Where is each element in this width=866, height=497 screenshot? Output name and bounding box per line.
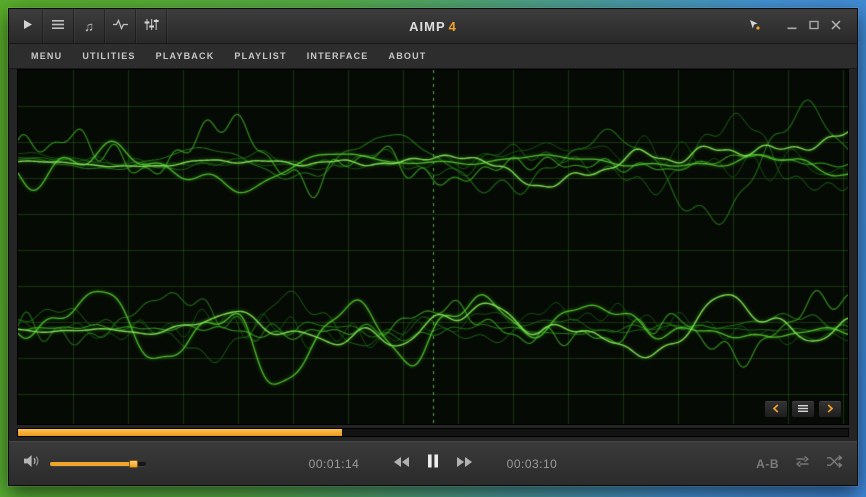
maximize-icon — [809, 17, 819, 35]
play-button-titlebar[interactable] — [12, 9, 43, 43]
visualization-area[interactable] — [17, 69, 849, 425]
rewind-button[interactable] — [393, 455, 410, 473]
chevron-right-icon — [826, 400, 834, 418]
play-icon — [22, 17, 33, 35]
menu-item-interface[interactable]: INTERFACE — [297, 44, 379, 68]
fast-forward-icon — [456, 455, 473, 473]
close-button[interactable] — [825, 15, 847, 37]
waveform-icon — [113, 17, 128, 35]
menubar: MENU UTILITIES PLAYBACK PLAYLIST INTERFA… — [9, 44, 857, 69]
visualization-nav — [764, 400, 842, 418]
app-name: AIMP — [409, 19, 446, 34]
visualization-toggle-button[interactable] — [105, 9, 136, 43]
playback-mode-controls: A-B — [756, 454, 843, 474]
speaker-icon — [23, 454, 41, 473]
volume-thumb[interactable] — [129, 460, 138, 468]
app-version: 4 — [449, 19, 457, 34]
quick-access-icon — [749, 17, 760, 35]
aimp-window: ♫ — [8, 8, 858, 486]
shuffle-button[interactable] — [826, 454, 843, 474]
viz-list-button[interactable] — [791, 400, 815, 418]
desktop-background: ♫ — [0, 0, 866, 497]
pause-button[interactable] — [427, 454, 439, 473]
viz-next-button[interactable] — [818, 400, 842, 418]
maximize-button[interactable] — [803, 15, 825, 37]
fast-forward-button[interactable] — [456, 455, 473, 473]
quick-access-button[interactable] — [743, 15, 765, 37]
repeat-button[interactable] — [794, 454, 811, 474]
titlebar[interactable]: ♫ — [9, 9, 857, 44]
menu-item-playback[interactable]: PLAYBACK — [146, 44, 225, 68]
shuffle-icon — [826, 454, 843, 474]
ab-repeat-button[interactable]: A-B — [756, 457, 779, 471]
oscilloscope-canvas[interactable] — [18, 70, 848, 424]
elapsed-time: 00:01:14 — [306, 457, 362, 471]
equalizer-button[interactable] — [136, 9, 167, 43]
viz-prev-button[interactable] — [764, 400, 788, 418]
menu-item-utilities[interactable]: UTILITIES — [72, 44, 145, 68]
progress-fill — [18, 429, 342, 436]
mute-button[interactable] — [23, 454, 41, 473]
transport-controls: 00:01:14 — [306, 454, 560, 473]
control-bar: 00:01:14 — [9, 441, 857, 485]
repeat-icon — [794, 454, 811, 474]
titlebar-toolbar: ♫ — [9, 9, 167, 43]
volume-fill — [50, 462, 134, 466]
menu-item-menu[interactable]: MENU — [21, 44, 72, 68]
equalizer-icon — [144, 17, 159, 35]
rewind-icon — [393, 455, 410, 473]
music-note-icon: ♫ — [84, 20, 94, 33]
playlist-toggle-button[interactable] — [43, 9, 74, 43]
window-title: AIMP4 — [409, 19, 457, 34]
playlist-icon — [52, 17, 64, 35]
pause-icon — [427, 454, 439, 473]
minimize-icon — [787, 17, 797, 35]
minimize-button[interactable] — [781, 15, 803, 37]
music-library-button[interactable]: ♫ — [74, 9, 105, 43]
volume-group — [23, 454, 146, 473]
total-time: 00:03:10 — [504, 457, 560, 471]
seek-bar[interactable] — [17, 428, 849, 437]
close-icon — [831, 17, 841, 35]
volume-slider[interactable] — [50, 458, 146, 470]
menu-item-playlist[interactable]: PLAYLIST — [224, 44, 296, 68]
list-icon — [798, 400, 808, 418]
menu-item-about[interactable]: ABOUT — [379, 44, 437, 68]
chevron-left-icon — [772, 400, 780, 418]
window-controls — [743, 15, 857, 37]
